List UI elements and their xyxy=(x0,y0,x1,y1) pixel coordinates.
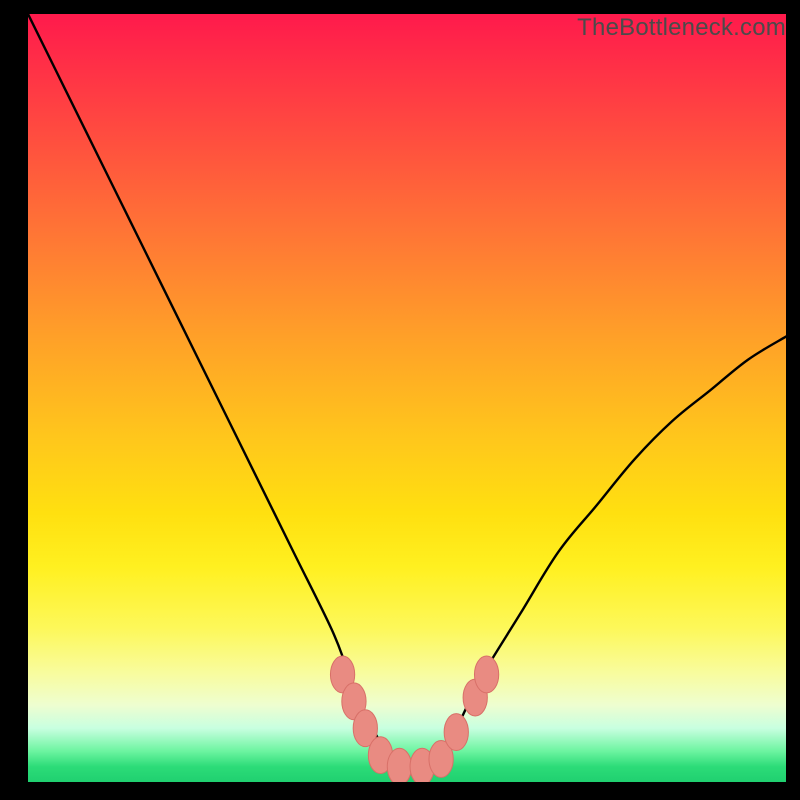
chart-frame: TheBottleneck.com xyxy=(0,0,800,800)
curve-markers xyxy=(330,656,498,782)
bottleneck-curve xyxy=(28,14,786,768)
curve-marker xyxy=(474,656,498,693)
curve-marker xyxy=(444,714,468,751)
plot-area xyxy=(28,14,786,782)
curve-marker xyxy=(387,748,411,782)
curve-layer xyxy=(28,14,786,782)
